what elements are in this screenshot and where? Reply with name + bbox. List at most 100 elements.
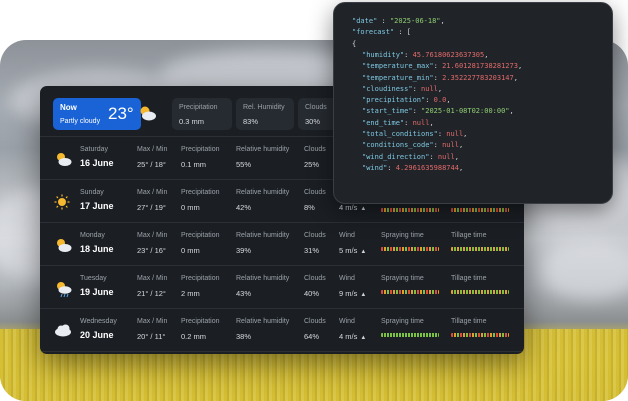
tillage-label: Tillage time — [451, 318, 487, 325]
json-key: "end_time" — [362, 118, 405, 127]
json-punct: : — [433, 73, 443, 82]
sun-rain-icon — [54, 280, 72, 303]
json-key: "humidity" — [362, 50, 405, 59]
json-comma: , — [484, 50, 489, 59]
json-line: "humidity": 45.76180623637305, — [362, 50, 488, 61]
json-line: "wind_direction": null, — [362, 152, 459, 163]
json-comma: , — [509, 107, 514, 116]
spraying-label: Spraying time — [381, 232, 424, 239]
json-value: null — [446, 130, 464, 138]
json-key: "wind_direction" — [362, 152, 430, 161]
json-value: 4.2961635988744 — [395, 163, 459, 172]
spraying-time-bar[interactable] — [381, 247, 439, 251]
stat-value: 0.3 mm — [179, 117, 205, 126]
json-punct: : — [387, 163, 396, 172]
precip-value: 2 mm — [181, 289, 200, 298]
clouds-value: 25% — [304, 160, 320, 169]
day-date: 18 June — [80, 244, 114, 254]
json-value: null — [437, 152, 455, 161]
maxmin-value: 23° / 16° — [137, 246, 166, 255]
stat-label: Precipitation — [179, 104, 218, 111]
precip-value: 0.1 mm — [181, 160, 207, 169]
json-key: "date" — [352, 17, 378, 25]
partly-cloudy-icon — [137, 104, 157, 127]
json-line: "temperature_min": 2.352227783203147, — [362, 73, 518, 84]
wind-label: Wind — [339, 318, 355, 325]
precipitation-stat: Precipitation 0.3 mm — [172, 98, 232, 130]
partly-cloudy-icon — [54, 237, 72, 258]
json-comma: , — [513, 73, 518, 82]
now-card[interactable]: Now Partly cloudy 23° — [53, 98, 156, 130]
humidity-label: Relative humidity — [236, 232, 290, 239]
maxmin-value: 27° / 19° — [137, 203, 166, 212]
humidity-label: Relative humidity — [236, 318, 290, 325]
json-key: "precipitation" — [362, 96, 426, 105]
json-value: null — [412, 118, 430, 127]
json-line: "end_time": null, — [362, 118, 434, 129]
humidity-label: Relative humidity — [236, 275, 290, 282]
precip-value: 0.2 mm — [181, 332, 207, 341]
day-date: 20 June — [80, 330, 114, 340]
wind-value: 4 m/s ▲ — [339, 332, 366, 341]
tillage-time-bar[interactable] — [451, 333, 509, 337]
maxmin-label: Max / Min — [137, 318, 168, 325]
json-value: 21.601281738281273 — [442, 62, 518, 71]
forecast-row[interactable]: Monday 18 June Max / Min 23° / 16° Preci… — [40, 223, 524, 266]
clouds-label: Clouds — [304, 232, 326, 239]
json-value: "2025-01-08T02:00:00" — [421, 107, 510, 116]
tillage-label: Tillage time — [451, 232, 487, 239]
spraying-time-bar[interactable] — [381, 333, 439, 337]
tillage-label: Tillage time — [451, 275, 487, 282]
wind-direction-icon: ▲ — [360, 206, 367, 212]
clouds-label: Clouds — [304, 146, 326, 153]
json-comma: , — [440, 17, 445, 25]
spraying-time-bar[interactable] — [381, 208, 439, 212]
humidity-value: 43% — [236, 289, 252, 298]
tillage-time-bar[interactable] — [451, 208, 509, 212]
json-key: "forecast" — [352, 28, 395, 37]
day-date: 16 June — [80, 158, 114, 168]
tillage-time-bar[interactable] — [451, 290, 509, 294]
json-punct: : — [433, 141, 443, 150]
cloud-icon — [54, 323, 72, 342]
json-value: null — [442, 141, 459, 150]
now-temperature: 23° — [108, 104, 134, 123]
json-line: "temperature_max": 21.601281738281273, — [362, 61, 522, 72]
spraying-time-bar[interactable] — [381, 290, 439, 294]
json-line: "date" : "2025-06-18", — [352, 16, 445, 27]
json-value: null — [421, 84, 438, 93]
humidity-value: 42% — [236, 203, 252, 212]
day-name: Monday — [80, 232, 105, 239]
wind-speed: 9 m/s — [339, 289, 358, 298]
json-punct: : — [412, 107, 422, 116]
maxmin-label: Max / Min — [137, 146, 168, 153]
json-key: "wind" — [362, 163, 388, 172]
forecast-row[interactable]: Tuesday 19 June Max / Min 21° / 12° Prec… — [40, 266, 524, 309]
clouds-label: Clouds — [304, 275, 326, 282]
json-punct: : — [433, 62, 443, 71]
tillage-time-bar[interactable] — [451, 247, 509, 251]
wind-value: 5 m/s ▲ — [339, 246, 366, 255]
precip-label: Precipitation — [181, 318, 220, 325]
day-date: 17 June — [80, 201, 114, 211]
json-punct: : — [404, 50, 413, 59]
day-name: Saturday — [80, 146, 109, 153]
humidity-stat: Rel. Humidity 83% — [236, 98, 294, 130]
stat-label: Clouds — [305, 104, 327, 111]
json-line: "start_time": "2025-01-08T02:00:00", — [362, 106, 514, 117]
humidity-value: 38% — [236, 332, 252, 341]
json-line: "wind": 4.2961635988744, — [362, 163, 463, 174]
json-punct: : — [404, 118, 413, 127]
json-comma: , — [446, 96, 451, 105]
stat-value: 30% — [305, 117, 321, 126]
clouds-value: 64% — [304, 332, 320, 341]
wind-speed: 5 m/s — [339, 246, 358, 255]
wind-value: 4 m/s ▲ — [339, 203, 366, 212]
wind-label: Wind — [339, 275, 355, 282]
json-value: 45.76180623637305 — [412, 50, 485, 59]
forecast-row[interactable]: Wednesday 20 June Max / Min 20° / 11° Pr… — [40, 309, 524, 352]
json-punct: : — [429, 152, 438, 161]
json-line: "conditions_code": null, — [362, 140, 463, 151]
json-comma: , — [458, 141, 464, 150]
wind-direction-icon: ▲ — [360, 249, 367, 255]
